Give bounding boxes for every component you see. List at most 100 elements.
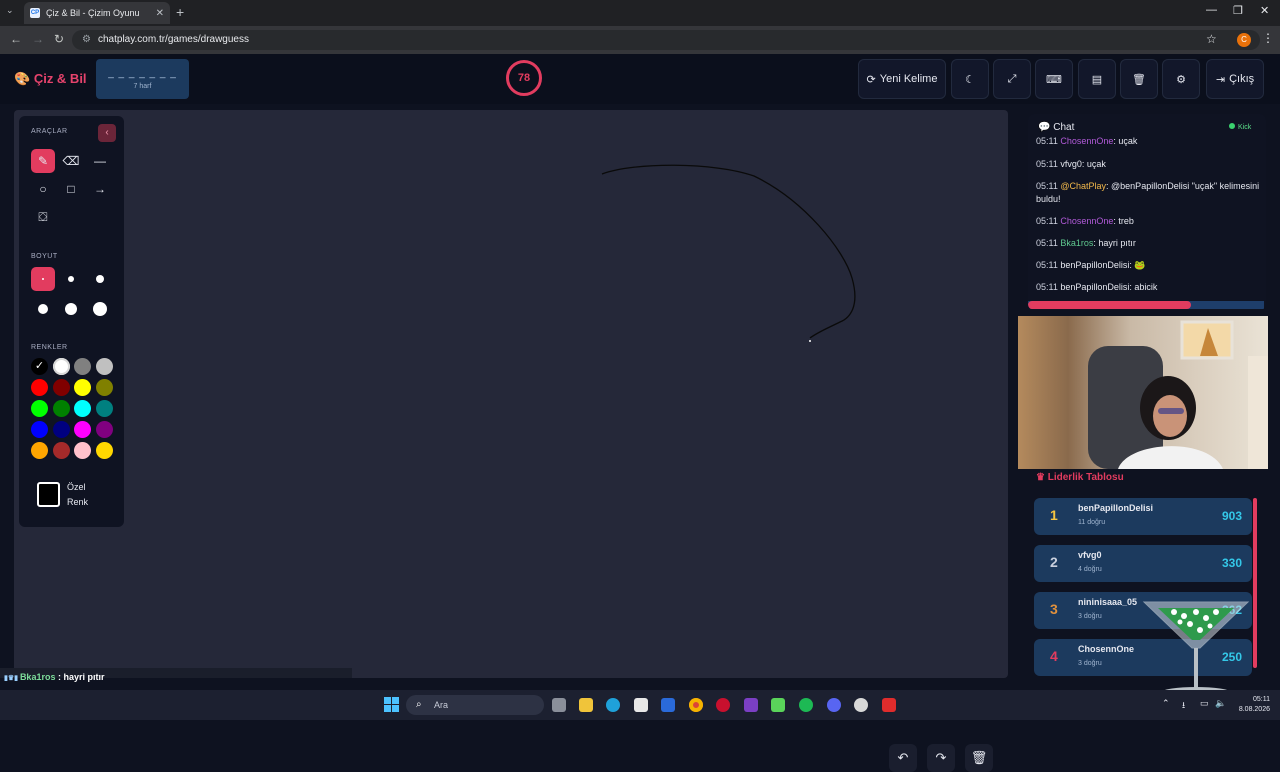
message-user[interactable]: @ChatPlay: [1060, 181, 1106, 191]
color-swatch[interactable]: [31, 421, 48, 438]
profile-avatar[interactable]: C: [1237, 33, 1251, 47]
browser-menu-icon[interactable]: ⋮: [1262, 31, 1274, 45]
browser-tab[interactable]: CP Çiz & Bil - Çizim Oyunu ✕: [24, 2, 170, 24]
discord-icon[interactable]: [827, 698, 841, 712]
taskbar-clock[interactable]: 05:11 8.08.2026: [1236, 695, 1270, 715]
back-icon[interactable]: ←: [10, 32, 22, 46]
color-swatch[interactable]: [52, 442, 70, 459]
color-swatch[interactable]: [74, 442, 91, 459]
color-swatch[interactable]: [95, 358, 113, 375]
message-user[interactable]: Bka1ros: [1060, 238, 1093, 248]
brush-tool[interactable]: ✎: [31, 149, 55, 173]
chrome-icon[interactable]: [689, 698, 703, 712]
reload-icon[interactable]: ↻: [54, 32, 64, 46]
color-swatch[interactable]: [95, 379, 113, 396]
task-view-icon[interactable]: [552, 698, 566, 712]
file-explorer-icon[interactable]: [579, 698, 593, 712]
keyboard-button[interactable]: ⌨: [1035, 59, 1073, 99]
clear-canvas-button[interactable]: 🗑: [965, 744, 993, 772]
size-option-5[interactable]: [59, 297, 83, 321]
eraser-tool[interactable]: ⌫: [59, 149, 83, 173]
os-taskbar: ⌕ Ara ⌃ ⭳ ▭ 🔈 05:11 8.08.2026: [0, 690, 1280, 720]
site-info-icon[interactable]: ⚙: [82, 30, 91, 50]
maximize-icon[interactable]: ❐: [1233, 4, 1243, 17]
message-user[interactable]: benPapillonDelisi: [1060, 260, 1129, 270]
archive-button[interactable]: ▤: [1078, 59, 1116, 99]
arrow-tool[interactable]: →: [88, 177, 112, 201]
rectangle-tool[interactable]: □: [59, 177, 83, 201]
volume-icon[interactable]: 🔈: [1215, 698, 1226, 709]
forward-icon[interactable]: →: [32, 32, 44, 46]
colors-section-title: RENKLER: [31, 344, 68, 351]
windows-start-icon[interactable]: [384, 697, 399, 712]
color-swatch[interactable]: [74, 379, 91, 396]
color-swatch[interactable]: [31, 379, 48, 396]
opera-icon[interactable]: [716, 698, 730, 712]
color-swatch[interactable]: [74, 400, 91, 417]
play-icon[interactable]: [771, 698, 785, 712]
message-user[interactable]: ChosennOne: [1060, 136, 1113, 146]
taskbar-search[interactable]: ⌕ Ara: [406, 695, 544, 715]
size-option-1[interactable]: [31, 267, 55, 291]
tray-chevron-icon[interactable]: ⌃: [1162, 698, 1170, 709]
app-icon[interactable]: [882, 698, 896, 712]
exit-button[interactable]: ⇥ Çıkış: [1206, 59, 1264, 99]
media-icon[interactable]: [744, 698, 758, 712]
color-swatch[interactable]: [95, 421, 113, 438]
address-bar[interactable]: ⚙ chatplay.com.tr/games/drawguess: [72, 30, 1260, 50]
color-swatch[interactable]: [52, 358, 70, 375]
network-icon[interactable]: ▭: [1200, 698, 1209, 709]
message-time: 05:11: [1036, 136, 1058, 146]
paint-bucket-icon: ⛋: [38, 210, 48, 224]
circle-tool[interactable]: ○: [31, 177, 55, 201]
color-swatch[interactable]: [31, 442, 48, 459]
tab-close-icon[interactable]: ✕: [156, 8, 164, 19]
redo-button[interactable]: ↷: [927, 744, 955, 772]
new-tab-icon[interactable]: +: [176, 4, 184, 20]
store-icon[interactable]: [634, 698, 648, 712]
leaderboard-scrollbar[interactable]: [1253, 498, 1257, 668]
message-user[interactable]: benPapillonDelisi: [1060, 282, 1129, 292]
player-rank: 4: [1050, 648, 1058, 664]
bookmark-star-icon[interactable]: ☆: [1206, 32, 1217, 46]
size-option-3[interactable]: [88, 267, 112, 291]
obs-icon[interactable]: [854, 698, 868, 712]
message-user[interactable]: vfvg0: [1060, 159, 1082, 169]
color-swatch[interactable]: [52, 379, 70, 396]
color-swatch[interactable]: [52, 421, 70, 438]
line-tool[interactable]: —: [88, 149, 112, 173]
color-swatch[interactable]: [74, 421, 91, 438]
size-option-4[interactable]: [31, 297, 55, 321]
leaderboard-row[interactable]: 1 benPapillonDelisi 11 doğru 903: [1034, 498, 1252, 535]
size-option-6[interactable]: [88, 297, 112, 321]
fullscreen-button[interactable]: ⤢: [993, 59, 1031, 99]
theme-toggle-button[interactable]: ☾: [951, 59, 989, 99]
player-correct-count: 3 doğru: [1078, 613, 1102, 620]
delete-button[interactable]: 🗑: [1120, 59, 1158, 99]
window-close-icon[interactable]: ✕: [1260, 4, 1269, 17]
settings-button[interactable]: ⚙: [1162, 59, 1200, 99]
player-name: vfvg0: [1078, 550, 1102, 560]
size-option-2[interactable]: [59, 267, 83, 291]
trash-icon: 🗑: [970, 750, 988, 765]
new-word-button[interactable]: ⟳ Yeni Kelime: [858, 59, 946, 99]
color-swatch[interactable]: [31, 400, 48, 417]
message-user[interactable]: ChosennOne: [1060, 216, 1113, 226]
color-swatch[interactable]: [95, 400, 113, 417]
leaderboard-row[interactable]: 2 vfvg0 4 doğru 330: [1034, 545, 1252, 582]
mail-icon[interactable]: [661, 698, 675, 712]
fill-tool[interactable]: ⛋: [31, 205, 55, 229]
undo-button[interactable]: ↶: [889, 744, 917, 772]
download-icon[interactable]: ⭳: [1182, 698, 1185, 714]
collapse-panel-button[interactable]: ‹: [98, 124, 116, 142]
minimize-icon[interactable]: —: [1206, 4, 1217, 16]
edge-icon[interactable]: [606, 698, 620, 712]
color-swatch[interactable]: ✓: [31, 358, 48, 375]
spotify-icon[interactable]: [799, 698, 813, 712]
color-swatch[interactable]: [52, 400, 70, 417]
color-swatch[interactable]: [95, 442, 113, 459]
tab-search-icon[interactable]: ⌄: [6, 5, 14, 16]
custom-color-swatch[interactable]: [37, 482, 60, 507]
drawing-canvas[interactable]: ↶ ↷ 🗑: [14, 110, 1008, 772]
color-swatch[interactable]: [74, 358, 91, 375]
